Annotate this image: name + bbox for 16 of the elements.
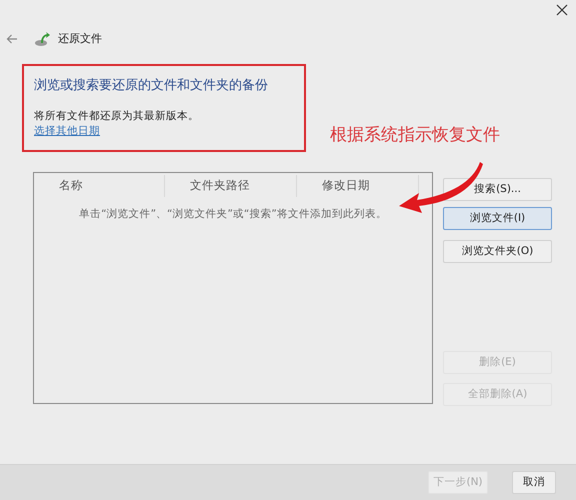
empty-list-message: 单击“浏览文件”、“浏览文件夹”或“搜索”将文件添加到此列表。 [78, 207, 388, 222]
action-button[interactable]: 浏览文件夹(O) [443, 240, 552, 263]
description: 将所有文件都还原为其最新版本。 [34, 110, 200, 122]
other-date-link[interactable]: 选择其他日期 [34, 124, 100, 136]
column-header[interactable]: 修改日期 [322, 177, 370, 195]
annotation-text: 根据系统指示恢复文件 [330, 124, 500, 147]
restore-icon [34, 31, 50, 47]
column-header[interactable]: 文件夹路径 [190, 177, 250, 195]
column-header[interactable]: 名称 [59, 177, 83, 195]
close-icon[interactable] [556, 4, 568, 16]
action-button[interactable]: 搜索(S)... [443, 178, 552, 201]
cancel-button[interactable]: 取消 [512, 471, 556, 494]
back-arrow-icon[interactable] [6, 34, 18, 44]
heading: 浏览或搜索要还原的文件和文件夹的备份 [34, 77, 269, 95]
window-title: 还原文件 [58, 30, 102, 47]
action-button[interactable]: 浏览文件(I) [443, 207, 552, 230]
